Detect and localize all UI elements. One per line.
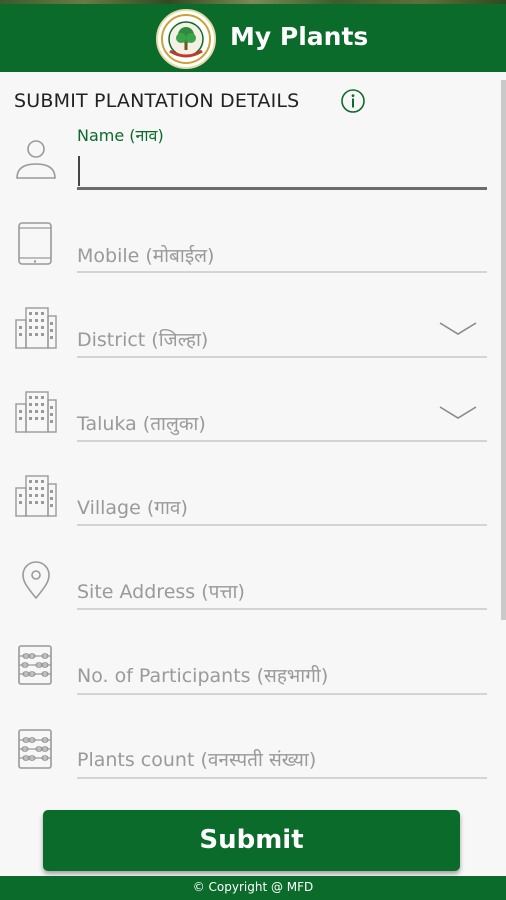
participants-underline (77, 693, 487, 695)
mobile-field[interactable]: Mobile (मोबाईल) (77, 236, 487, 276)
site-address-field[interactable]: Site Address (पत्ता) (77, 572, 487, 612)
plants-count-underline (77, 777, 487, 779)
district-select[interactable]: District (जिल्हा) (77, 320, 487, 360)
chevron-down-icon[interactable] (438, 404, 478, 422)
participants-field[interactable]: No. of Participants (सहभागी) (77, 656, 487, 696)
name-field[interactable] (77, 150, 487, 190)
text-cursor (78, 156, 80, 186)
building-icon (15, 391, 57, 433)
abacus-icon (18, 645, 52, 685)
taluka-underline (77, 440, 487, 442)
app-logo (156, 9, 216, 69)
header-photo-strip (0, 0, 506, 4)
scrollbar[interactable] (501, 80, 506, 620)
app-title: My Plants (230, 22, 369, 51)
copyright-text: © Copyright @ MFD (192, 880, 314, 894)
footer: © Copyright @ MFD (0, 876, 506, 900)
app-header: My Plants (0, 0, 506, 72)
phone-icon (18, 222, 52, 265)
taluka-select[interactable]: Taluka (तालुका) (77, 404, 487, 444)
plants-count-field[interactable]: Plants count (वनस्पती संख्या) (77, 740, 487, 780)
info-icon[interactable] (340, 88, 366, 114)
section-title: SUBMIT PLANTATION DETAILS (14, 90, 300, 112)
mobile-underline (77, 271, 487, 273)
name-underline (77, 187, 487, 190)
person-icon (16, 140, 56, 179)
village-underline (77, 524, 487, 526)
emblem-icon (161, 14, 211, 64)
site-address-underline (77, 608, 487, 610)
building-icon (15, 307, 57, 349)
location-pin-icon (22, 561, 50, 600)
building-icon (15, 475, 57, 517)
chevron-down-icon[interactable] (438, 320, 478, 338)
district-underline (77, 356, 487, 358)
name-label: Name (नाव) (77, 126, 164, 145)
abacus-icon (18, 729, 52, 769)
village-field[interactable]: Village (गाव) (77, 488, 487, 528)
submit-button[interactable]: Submit (43, 810, 460, 871)
